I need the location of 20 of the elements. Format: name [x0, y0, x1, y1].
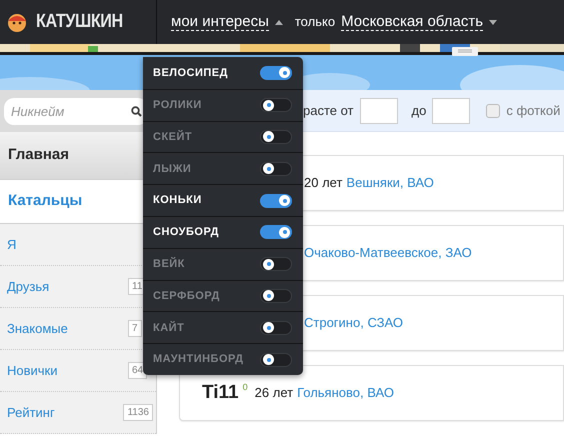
user-age: 20 лет: [304, 174, 342, 192]
interest-label: СЕРФБОРД: [153, 288, 220, 304]
interest-label: РОЛИКИ: [153, 98, 202, 113]
interest-label: МАУНТИНБОРД: [153, 352, 244, 368]
user-rating: 0: [242, 381, 248, 394]
age-from-label: расте от: [303, 102, 354, 120]
interest-label: ЛЫЖИ: [153, 162, 192, 177]
interest-label: ВЕЛОСИПЕД: [153, 66, 228, 81]
count-badge: 1136: [123, 404, 153, 421]
interest-label: СНОУБОРД: [153, 225, 219, 240]
count-badge: 7: [128, 320, 142, 337]
user-age: 26 лет: [254, 384, 294, 402]
logo-text: КАТУШКИН: [36, 10, 123, 34]
interest-label: КАЙТ: [153, 320, 184, 336]
interest-label: КОНЬКИ: [153, 193, 202, 208]
only-label: только: [294, 13, 336, 32]
age-to-label: до: [412, 102, 426, 120]
interest-label: ВЕЙК: [153, 256, 185, 272]
interest-label: СКЕЙТ: [153, 129, 192, 145]
photo-label: с фоткой: [506, 102, 560, 120]
